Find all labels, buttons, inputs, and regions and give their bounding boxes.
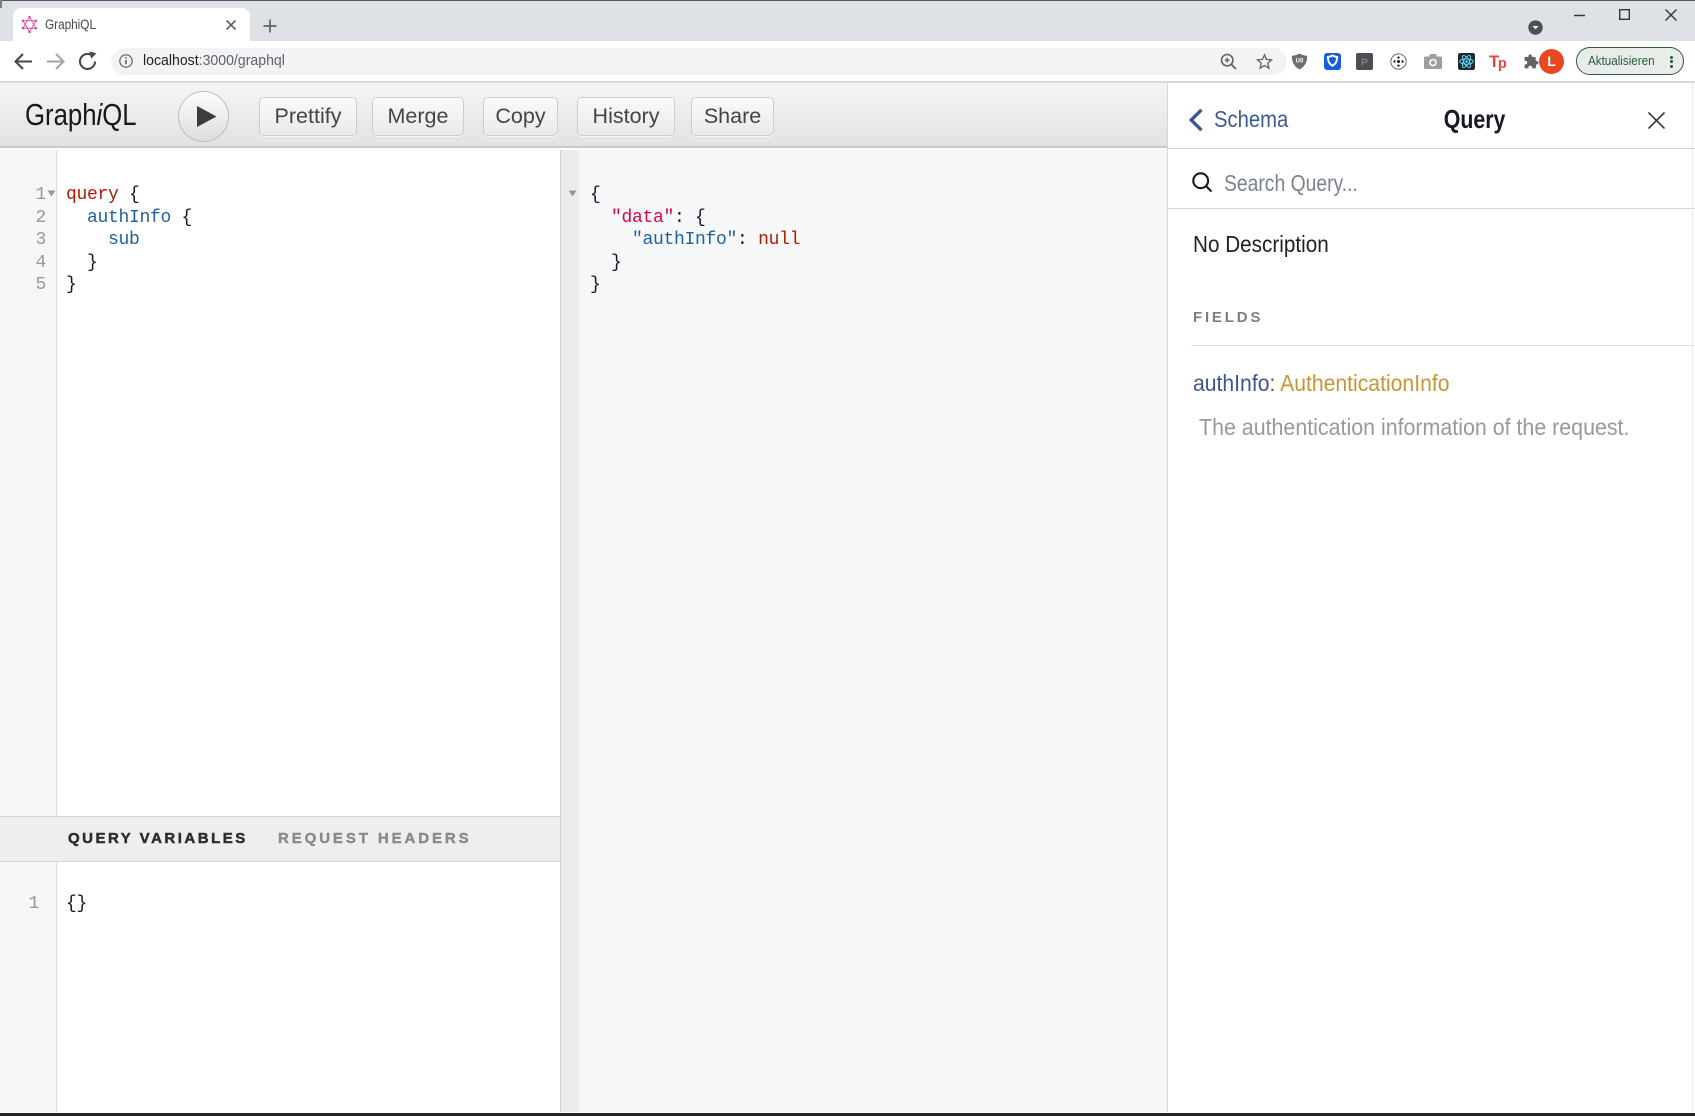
svg-text:P: P [1361, 56, 1368, 68]
svg-text:U0: U0 [1296, 59, 1304, 65]
